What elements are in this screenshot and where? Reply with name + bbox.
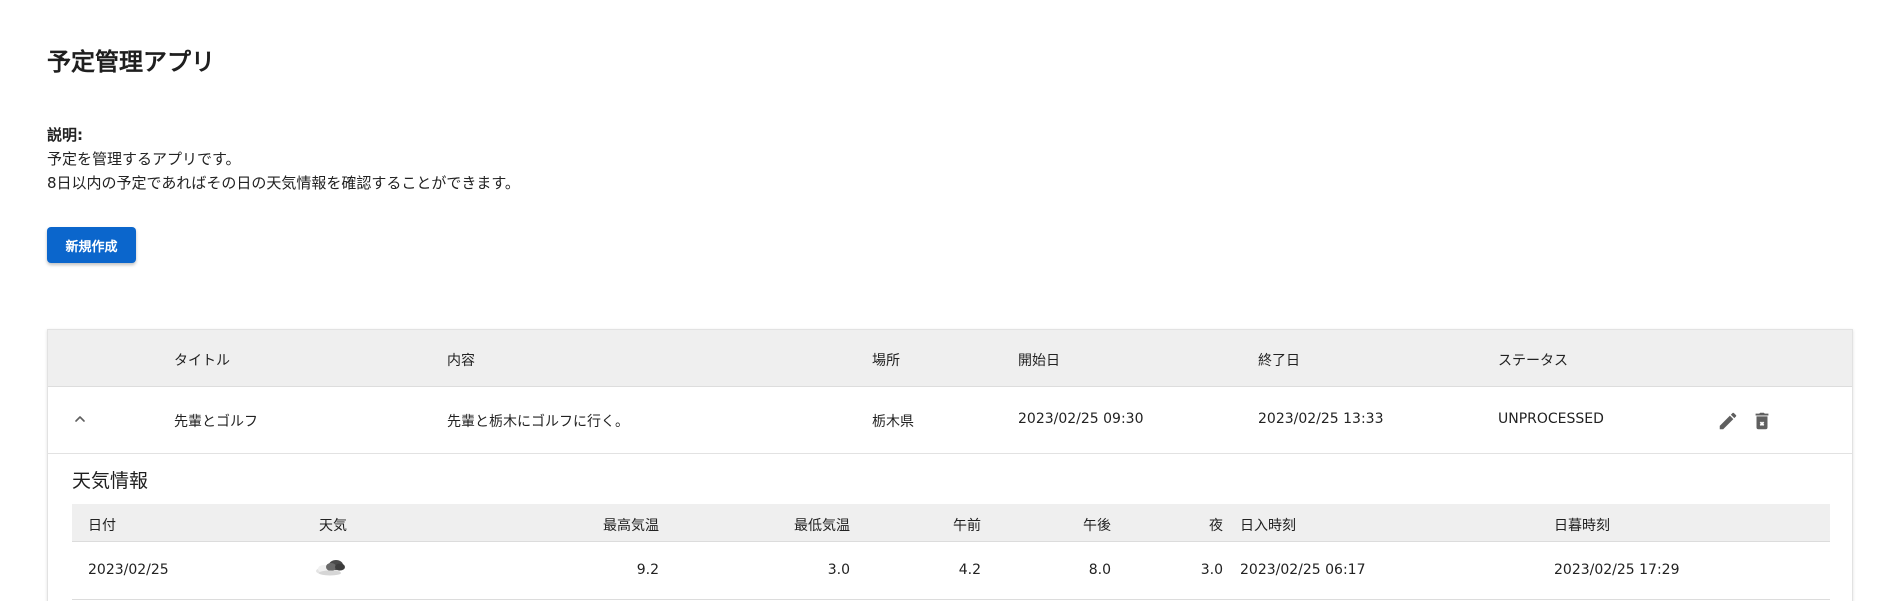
delete-icon — [1755, 412, 1769, 430]
weather-row: 2023/02/25 9.2 3.0 4.2 8.0 3.0 2023/02/2… — [72, 542, 1830, 600]
collapse-button[interactable] — [70, 409, 90, 429]
row-place: 栃木県 — [872, 414, 914, 430]
weather-night: 3.0 — [1200, 562, 1223, 578]
header-place: 場所 — [872, 353, 900, 369]
page-title: 予定管理アプリ — [47, 48, 215, 76]
weather-morning: 4.2 — [958, 562, 981, 578]
header-title: タイトル — [174, 353, 230, 369]
weather-header-afternoon: 午後 — [1083, 518, 1111, 534]
weather-min-temp: 3.0 — [827, 562, 850, 578]
weather-title: 天気情報 — [72, 470, 149, 492]
weather-sunset: 2023/02/25 17:29 — [1554, 562, 1680, 578]
header-content: 内容 — [447, 353, 475, 369]
weather-max-temp: 9.2 — [636, 562, 659, 578]
weather-afternoon: 8.0 — [1088, 562, 1111, 578]
row-title: 先輩とゴルフ — [174, 414, 258, 430]
schedule-table-header: タイトル 内容 場所 開始日 終了日 ステータス — [48, 330, 1852, 387]
edit-button[interactable] — [1716, 409, 1740, 433]
description: 説明: 予定を管理するアプリです。 8日以内の予定であればその日の天気情報を確認… — [47, 123, 520, 195]
weather-header-sunrise: 日入時刻 — [1240, 518, 1296, 534]
row-content: 先輩と栃木にゴルフに行く。 — [447, 414, 629, 430]
schedule-table: タイトル 内容 場所 開始日 終了日 ステータス 先輩とゴルフ 先輩と栃木にゴル… — [47, 329, 1853, 601]
header-end: 終了日 — [1258, 353, 1300, 369]
chevron-up-icon — [75, 416, 85, 422]
cloud-icon — [316, 560, 345, 576]
page: 予定管理アプリ 説明: 予定を管理するアプリです。 8日以内の予定であればその日… — [0, 0, 1902, 601]
weather-header-night: 夜 — [1209, 518, 1223, 534]
table-row: 先輩とゴルフ 先輩と栃木にゴルフに行く。 栃木県 2023/02/25 09:3… — [48, 387, 1852, 454]
create-button[interactable]: 新規作成 — [47, 227, 136, 263]
row-end: 2023/02/25 13:33 — [1258, 411, 1384, 427]
weather-header-max: 最高気温 — [603, 518, 659, 534]
description-label: 説明: — [47, 126, 83, 144]
weather-header-weather: 天気 — [319, 518, 347, 534]
weather-table-header: 日付 天気 最高気温 最低気温 午前 午後 夜 日入時刻 日暮時刻 — [72, 504, 1830, 542]
weather-header-min: 最低気温 — [794, 518, 850, 534]
header-status: ステータス — [1498, 353, 1568, 369]
pencil-icon — [1719, 412, 1737, 430]
header-start: 開始日 — [1018, 353, 1060, 369]
weather-header-morning: 午前 — [953, 518, 981, 534]
delete-button[interactable] — [1750, 409, 1774, 433]
row-start: 2023/02/25 09:30 — [1018, 411, 1144, 427]
status-badge: UNPROCESSED — [1498, 411, 1604, 427]
weather-header-sunset: 日暮時刻 — [1554, 518, 1610, 534]
description-line-1: 予定を管理するアプリです。 — [47, 150, 241, 168]
weather-header-date: 日付 — [88, 518, 116, 534]
weather-date: 2023/02/25 — [88, 562, 169, 578]
description-line-2: 8日以内の予定であればその日の天気情報を確認することができます。 — [47, 174, 520, 192]
weather-sunrise: 2023/02/25 06:17 — [1240, 562, 1366, 578]
